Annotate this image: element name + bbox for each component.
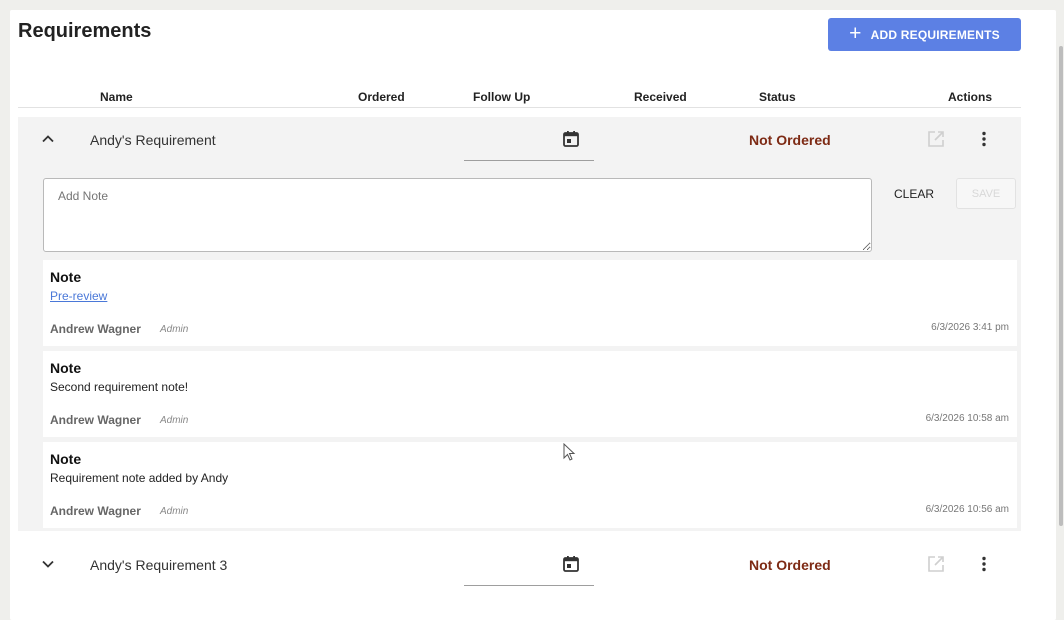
note-heading: Note bbox=[50, 269, 82, 285]
follow-up-date-field[interactable] bbox=[464, 160, 594, 161]
header-follow-up[interactable]: Follow Up bbox=[473, 90, 530, 104]
header-status[interactable]: Status bbox=[759, 90, 796, 104]
requirement-row: Andy's Requirement Not Ordered bbox=[18, 117, 1021, 163]
add-requirements-button[interactable]: + ADD REQUIREMENTS bbox=[828, 18, 1021, 51]
note-card: Note Second requirement note! Andrew Wag… bbox=[43, 351, 1017, 437]
requirement-name: Andy's Requirement bbox=[90, 132, 216, 148]
plus-icon: + bbox=[849, 22, 862, 45]
more-vert-icon[interactable] bbox=[975, 130, 993, 148]
note-author: Andrew Wagner bbox=[50, 322, 141, 336]
mouse-cursor-icon bbox=[563, 443, 576, 461]
scrollbar[interactable] bbox=[1059, 46, 1063, 526]
note-text: Requirement note added by Andy bbox=[50, 471, 229, 485]
page-title: Requirements bbox=[18, 20, 152, 42]
note-timestamp: 6/3/2026 10:56 am bbox=[925, 504, 1009, 515]
calendar-icon[interactable] bbox=[562, 555, 580, 573]
header-ordered[interactable]: Ordered bbox=[358, 90, 405, 104]
table-header: Name Ordered Follow Up Received Status A… bbox=[18, 88, 1021, 108]
header-name[interactable]: Name bbox=[100, 90, 133, 104]
note-timestamp: 6/3/2026 10:58 am bbox=[925, 413, 1009, 424]
note-heading: Note bbox=[50, 451, 82, 467]
note-author: Andrew Wagner bbox=[50, 413, 141, 427]
note-role: Admin bbox=[160, 506, 189, 517]
note-role: Admin bbox=[160, 415, 189, 426]
header-actions: Actions bbox=[948, 90, 993, 104]
chevron-down-icon[interactable] bbox=[40, 556, 56, 572]
status-badge: Not Ordered bbox=[749, 557, 831, 573]
note-card: Note Requirement note added by Andy Andr… bbox=[43, 442, 1017, 528]
save-button[interactable]: SAVE bbox=[956, 178, 1016, 209]
clear-button[interactable]: CLEAR bbox=[886, 181, 942, 207]
calendar-icon[interactable] bbox=[562, 130, 580, 148]
more-vert-icon[interactable] bbox=[975, 555, 993, 573]
note-card: Note Pre-review Andrew Wagner Admin 6/3/… bbox=[43, 260, 1017, 346]
note-heading: Note bbox=[50, 360, 82, 376]
chevron-up-icon[interactable] bbox=[40, 131, 56, 147]
status-badge: Not Ordered bbox=[749, 132, 831, 148]
header-received[interactable]: Received bbox=[634, 90, 687, 104]
add-note-input[interactable] bbox=[43, 178, 872, 252]
requirement-row: Andy's Requirement 3 Not Ordered bbox=[18, 542, 1021, 588]
open-in-new-icon[interactable] bbox=[926, 554, 946, 574]
open-in-new-icon[interactable] bbox=[926, 129, 946, 149]
follow-up-date-field[interactable] bbox=[464, 585, 594, 586]
note-role: Admin bbox=[160, 324, 189, 335]
add-requirements-label: ADD REQUIREMENTS bbox=[870, 27, 1000, 42]
note-link[interactable]: Pre-review bbox=[50, 289, 107, 303]
requirement-name: Andy's Requirement 3 bbox=[90, 557, 228, 573]
note-text: Second requirement note! bbox=[50, 380, 189, 394]
note-author: Andrew Wagner bbox=[50, 504, 141, 518]
note-timestamp: 6/3/2026 3:41 pm bbox=[931, 322, 1009, 333]
